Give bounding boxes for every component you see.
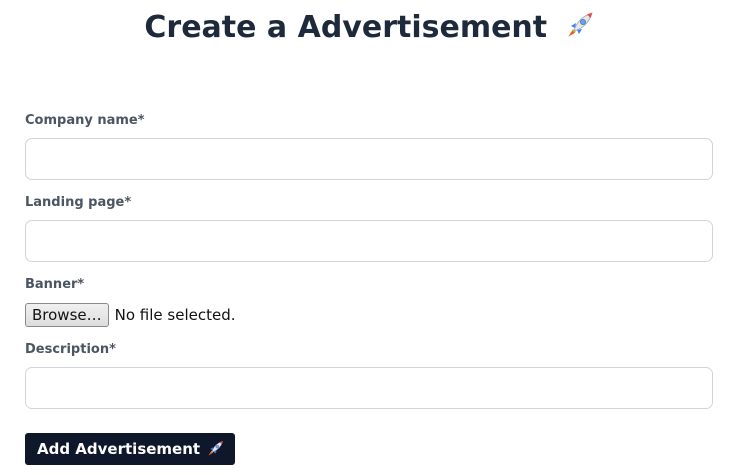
add-advertisement-button[interactable]: Add Advertisement bbox=[25, 433, 236, 465]
rocket-icon bbox=[208, 441, 224, 456]
landing-page-input[interactable] bbox=[25, 220, 713, 262]
description-label: Description* bbox=[25, 342, 116, 357]
company-name-label: Company name* bbox=[25, 113, 145, 128]
rocket-icon bbox=[567, 11, 593, 37]
page-title: Create a Advertisement bbox=[0, 8, 740, 48]
file-status-text: No file selected. bbox=[114, 306, 236, 324]
banner-file-input[interactable]: Browse… No file selected. bbox=[25, 303, 236, 327]
add-advertisement-label: Add Advertisement bbox=[37, 440, 201, 458]
create-ad-page: Create a Advertisement Company name* Lan… bbox=[0, 0, 754, 475]
browse-button[interactable]: Browse… bbox=[25, 303, 109, 327]
company-name-input[interactable] bbox=[25, 138, 713, 180]
page-title-text: Create a Advertisement bbox=[144, 10, 548, 45]
landing-page-label: Landing page* bbox=[25, 195, 132, 210]
description-input[interactable] bbox=[25, 367, 713, 409]
banner-label: Banner* bbox=[25, 277, 85, 292]
